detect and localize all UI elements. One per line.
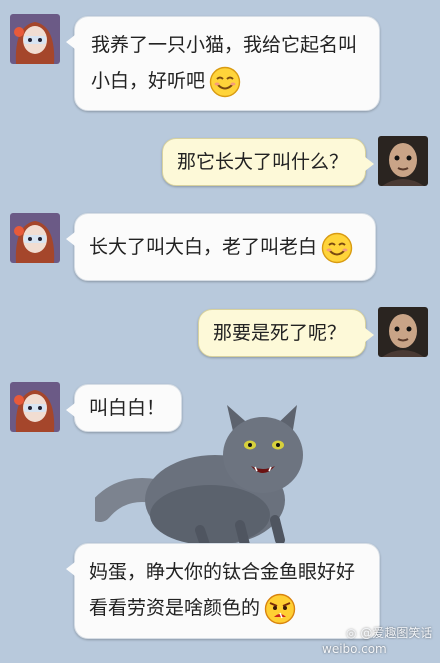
receiver-avatar[interactable] — [378, 136, 428, 186]
gray-cat-image — [88, 400, 345, 550]
message-text: 那要是死了呢？ — [213, 322, 347, 344]
sender-avatar[interactable] — [10, 14, 60, 64]
message-bubble-outgoing[interactable]: 那要是死了呢？ — [198, 309, 374, 357]
message-text: 长大了叫大白，老了叫老白 — [89, 229, 361, 265]
angry-emoji-icon — [264, 593, 296, 625]
message-text: 看看劳资是啥颜色的 — [89, 590, 365, 626]
sender-avatar[interactable] — [10, 382, 60, 432]
weibo-site-text: weibo.com — [322, 642, 387, 656]
message-text: 小白，好听吧 — [91, 63, 363, 99]
weibo-handle: @爱趣图笑话 — [360, 626, 433, 640]
message-bubble-incoming[interactable]: 长大了叫大白，老了叫老白 — [66, 213, 376, 281]
message-bubble-incoming[interactable]: 我养了一只小猫，我给它起名叫 小白，好听吧 — [66, 16, 380, 111]
smile-emoji-icon — [321, 232, 353, 264]
message-text: 妈蛋，睁大你的钛合金鱼眼好好 — [89, 561, 356, 583]
smile-emoji-icon — [209, 66, 241, 98]
message-text: 那它长大了叫什么？ — [177, 151, 349, 173]
message-text: 我养了一只小猫，我给它起名叫 — [91, 34, 358, 56]
weibo-watermark: ◎ @爱趣图笑话 — [346, 624, 432, 641]
message-bubble-outgoing[interactable]: 那它长大了叫什么？ — [162, 138, 374, 186]
message-bubble-incoming[interactable]: 妈蛋，睁大你的钛合金鱼眼好好 看看劳资是啥颜色的 — [66, 543, 380, 639]
receiver-avatar[interactable] — [378, 307, 428, 357]
sender-avatar[interactable] — [10, 213, 60, 263]
weibo-logo-icon: ◎ — [346, 626, 357, 640]
